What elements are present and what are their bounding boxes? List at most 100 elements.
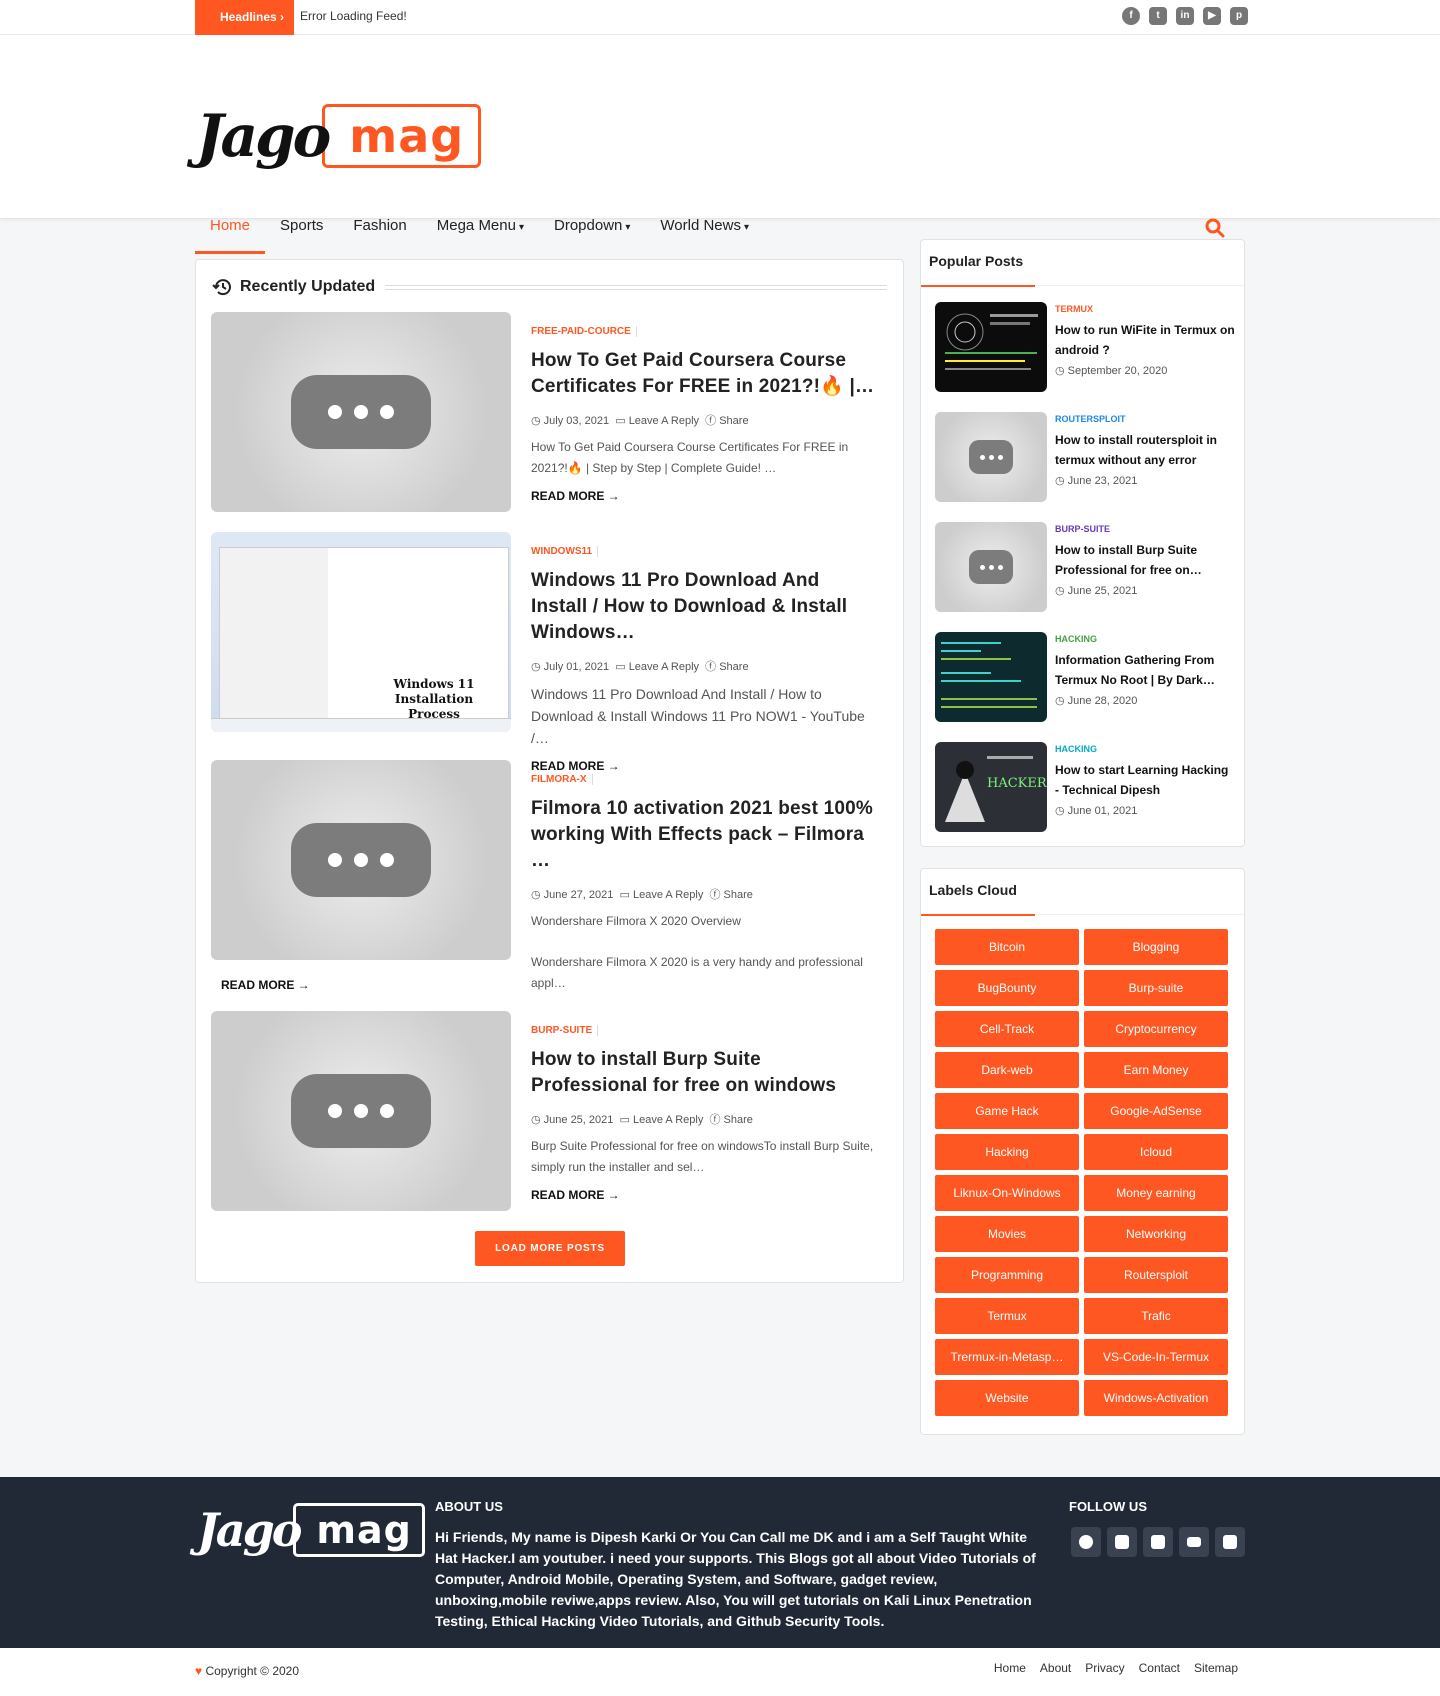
post-title[interactable]: How to install Burp Suite Professional f… <box>531 1047 881 1099</box>
nav-item-sports[interactable]: Sports <box>265 195 338 254</box>
share-link[interactable]: Share <box>724 889 753 901</box>
share-link[interactable]: Share <box>724 1114 753 1126</box>
popular-post-item[interactable]: HACKER HACKING How to start Learning Hac… <box>935 742 1235 834</box>
popular-post-title[interactable]: How to start Learning Hacking - Technica… <box>1055 760 1235 800</box>
popular-post-item[interactable]: ROUTERSPLOIT How to install routersploit… <box>935 412 1235 504</box>
popular-post-title[interactable]: How to run WiFite in Termux on android ? <box>1055 320 1235 360</box>
placeholder-image-icon <box>291 823 431 897</box>
label-tag[interactable]: Cell-Track <box>935 1011 1079 1047</box>
label-tag[interactable]: Website <box>935 1380 1079 1416</box>
popular-post-thumbnail <box>935 522 1047 612</box>
label-tag[interactable]: Cryptocurrency <box>1084 1011 1228 1047</box>
popular-post-category[interactable]: BURP-SUITE <box>1055 524 1110 534</box>
label-tag[interactable]: Icloud <box>1084 1134 1228 1170</box>
popular-post-date: ◷ June 01, 2021 <box>1055 805 1138 817</box>
facebook-icon: ⓕ <box>705 661 717 673</box>
twitter-icon[interactable] <box>1107 1527 1137 1557</box>
nav-item-world-news[interactable]: World News ▾ <box>645 195 764 254</box>
label-tag[interactable]: Movies <box>935 1216 1079 1252</box>
site-logo[interactable]: Jago mag <box>196 102 482 170</box>
label-tag[interactable]: Trafic <box>1084 1298 1228 1334</box>
label-tag[interactable]: Google-AdSense <box>1084 1093 1228 1129</box>
reply-link[interactable]: Leave A Reply <box>629 415 699 427</box>
post-title[interactable]: Windows 11 Pro Download And Install / Ho… <box>531 568 881 646</box>
facebook-icon[interactable]: f <box>1122 7 1140 25</box>
linkedin-icon[interactable] <box>1143 1527 1173 1557</box>
label-tag[interactable]: Termux <box>935 1298 1079 1334</box>
chevron-down-icon: ▾ <box>625 222 631 233</box>
post-thumbnail[interactable]: Windows 11 Installation Process <box>211 532 511 732</box>
popular-post-item[interactable]: HACKING Information Gathering From Termu… <box>935 632 1235 724</box>
nav-item-dropdown[interactable]: Dropdown ▾ <box>539 195 645 254</box>
about-section: ABOUT US Hi Friends, My name is Dipesh K… <box>435 1499 1050 1632</box>
top-bar: Headlines › Error Loading Feed! f t in ▶… <box>0 0 1440 35</box>
popular-post-category[interactable]: HACKING <box>1055 634 1097 644</box>
pinterest-icon[interactable]: p <box>1230 7 1248 25</box>
label-tag[interactable]: Windows-Activation <box>1084 1380 1228 1416</box>
post-thumbnail[interactable] <box>211 760 511 960</box>
youtube-icon[interactable]: ▶ <box>1203 7 1221 25</box>
footer-link-contact[interactable]: Contact <box>1139 1661 1180 1675</box>
reply-link[interactable]: Leave A Reply <box>629 661 699 673</box>
label-tag[interactable]: Trermux-in-Metasp… <box>935 1339 1079 1375</box>
popular-post-item[interactable]: TERMUX How to run WiFite in Termux on an… <box>935 302 1235 394</box>
read-more-link[interactable]: READ MORE → <box>531 1188 881 1202</box>
load-more-button[interactable]: LOAD MORE POSTS <box>475 1231 625 1266</box>
popular-post-thumbnail: HACKER <box>935 742 1047 832</box>
nav-item-home[interactable]: Home <box>195 195 266 254</box>
label-tag[interactable]: Money earning <box>1084 1175 1228 1211</box>
share-link[interactable]: Share <box>719 661 748 673</box>
label-tag[interactable]: VS-Code-In-Termux <box>1084 1339 1228 1375</box>
nav-item-fashion[interactable]: Fashion <box>338 195 421 254</box>
facebook-icon[interactable] <box>1071 1527 1101 1557</box>
label-tag[interactable]: Burp-suite <box>1084 970 1228 1006</box>
label-tag[interactable]: Blogging <box>1084 929 1228 965</box>
label-tag[interactable]: BugBounty <box>935 970 1079 1006</box>
post-thumbnail[interactable] <box>211 312 511 512</box>
placeholder-image-icon <box>291 375 431 449</box>
post-category[interactable]: BURP-SUITE <box>531 1025 599 1036</box>
post-thumbnail[interactable] <box>211 1011 511 1211</box>
post-title[interactable]: Filmora 10 activation 2021 best 100% wor… <box>531 796 881 874</box>
label-tag[interactable]: Hacking <box>935 1134 1079 1170</box>
label-tag[interactable]: Dark-web <box>935 1052 1079 1088</box>
label-tag[interactable]: Game Hack <box>935 1093 1079 1129</box>
popular-post-title[interactable]: How to install Burp Suite Professional f… <box>1055 540 1235 580</box>
popular-post-thumbnail <box>935 632 1047 722</box>
post-title[interactable]: How To Get Paid Coursera Course Certific… <box>531 348 881 400</box>
labels-list: Bitcoin Blogging BugBounty Burp-suite Ce… <box>935 929 1228 1416</box>
footer-link-privacy[interactable]: Privacy <box>1085 1661 1124 1675</box>
post-category[interactable]: FREE-PAID-COURCE <box>531 326 637 337</box>
label-tag[interactable]: Programming <box>935 1257 1079 1293</box>
label-tag[interactable]: Liknux-On-Windows <box>935 1175 1079 1211</box>
post-category[interactable]: FILMORA-X <box>531 774 593 785</box>
footer-link-home[interactable]: Home <box>994 1661 1026 1675</box>
reply-link[interactable]: Leave A Reply <box>633 889 703 901</box>
youtube-icon[interactable] <box>1179 1527 1209 1557</box>
label-tag[interactable]: Routersploit <box>1084 1257 1228 1293</box>
popular-post-category[interactable]: TERMUX <box>1055 304 1093 314</box>
post-category[interactable]: WINDOWS11 <box>531 546 599 557</box>
nav-item-mega-menu[interactable]: Mega Menu ▾ <box>422 195 539 254</box>
popular-post-title[interactable]: Information Gathering From Termux No Roo… <box>1055 650 1235 690</box>
read-more-link[interactable]: READ MORE → <box>531 489 881 503</box>
chevron-down-icon: ▾ <box>743 222 750 233</box>
popular-post-category[interactable]: HACKING <box>1055 744 1097 754</box>
read-more-link[interactable]: READ MORE → <box>221 978 310 992</box>
footer-link-about[interactable]: About <box>1040 1661 1071 1675</box>
popular-post-category[interactable]: ROUTERSPLOIT <box>1055 414 1126 424</box>
pinterest-icon[interactable] <box>1215 1527 1245 1557</box>
linkedin-icon[interactable]: in <box>1176 7 1194 25</box>
popular-post-item[interactable]: BURP-SUITE How to install Burp Suite Pro… <box>935 522 1235 614</box>
search-icon[interactable] <box>1205 218 1225 238</box>
comment-icon: ▭ <box>619 1114 630 1126</box>
reply-link[interactable]: Leave A Reply <box>633 1114 703 1126</box>
popular-post-title[interactable]: How to install routersploit in termux wi… <box>1055 430 1235 470</box>
footer-link-sitemap[interactable]: Sitemap <box>1194 1661 1238 1675</box>
label-tag[interactable]: Networking <box>1084 1216 1228 1252</box>
label-tag[interactable]: Earn Money <box>1084 1052 1228 1088</box>
share-link[interactable]: Share <box>719 415 748 427</box>
label-tag[interactable]: Bitcoin <box>935 929 1079 965</box>
footer-logo[interactable]: Jago mag <box>197 1503 425 1557</box>
twitter-icon[interactable]: t <box>1149 7 1167 25</box>
